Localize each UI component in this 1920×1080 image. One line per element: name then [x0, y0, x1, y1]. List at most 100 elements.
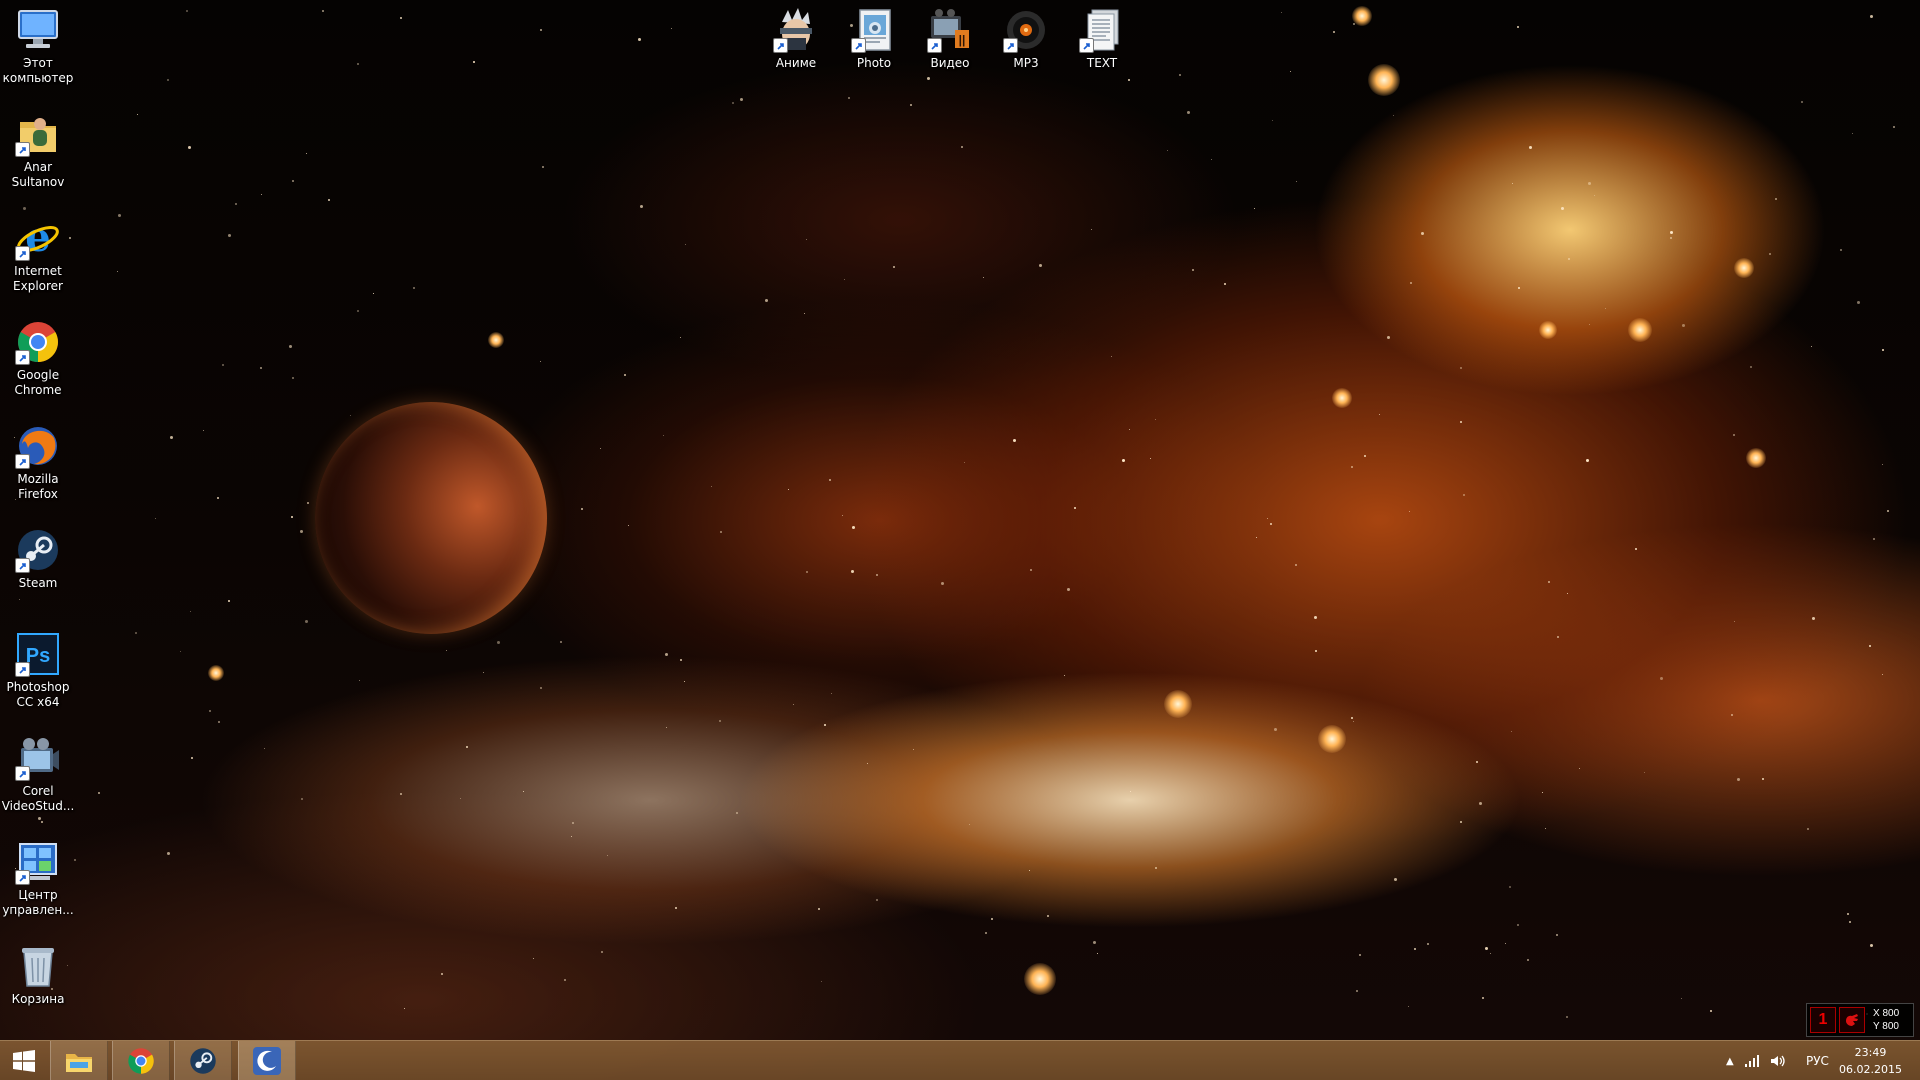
wallpaper-star [640, 205, 643, 208]
shortcut-arrow-icon [1079, 38, 1094, 53]
wallpaper-star [740, 98, 743, 101]
wallpaper-star [1887, 510, 1889, 512]
desktop-icon-control-panel[interactable]: Центр управлен... [0, 838, 76, 918]
desktop-icon-internet-explorer[interactable]: e Internet Explorer [0, 214, 76, 294]
wallpaper-star [441, 973, 443, 975]
wallpaper-star [400, 17, 402, 19]
start-button[interactable] [0, 1041, 48, 1080]
wallpaper-star [1274, 728, 1277, 731]
wallpaper-star [1518, 287, 1520, 289]
wallpaper-star [292, 180, 294, 182]
wallpaper-star [1351, 466, 1353, 468]
taskbar-moon-app[interactable] [238, 1041, 296, 1080]
tray-clock[interactable]: 23:49 06.02.2015 [1839, 1044, 1902, 1078]
desktop-icon-google-chrome[interactable]: Google Chrome [0, 318, 76, 398]
wallpaper-star [1847, 913, 1849, 915]
wallpaper-star [1869, 645, 1871, 647]
language-indicator[interactable]: РУС [1806, 1041, 1829, 1080]
wallpaper-star [190, 611, 191, 612]
file-explorer-icon [66, 1054, 92, 1072]
wallpaper-star [848, 97, 850, 99]
wallpaper-glow-star [1352, 6, 1372, 26]
wallpaper-star [1857, 301, 1860, 304]
control-panel-icon [14, 838, 62, 886]
wallpaper-star [1192, 269, 1194, 271]
wallpaper-star [1512, 183, 1513, 184]
system-tray-icons: ▲ [1726, 1041, 1786, 1080]
wallpaper-star [1682, 324, 1685, 327]
wallpaper-star [1556, 934, 1558, 936]
desktop-icon-text[interactable]: TEXT [1064, 6, 1140, 71]
wallpaper-star [203, 430, 204, 431]
text-folder-icon [1078, 6, 1126, 54]
desktop-icon-steam[interactable]: Steam [0, 526, 76, 591]
wallpaper-glow-star [1024, 963, 1056, 995]
wallpaper-star [533, 958, 534, 959]
wallpaper-star [167, 79, 169, 81]
widget-y-value: Y 800 [1873, 1021, 1899, 1032]
wallpaper-star [155, 518, 156, 519]
wallpaper-star [736, 812, 738, 814]
wallpaper-star [306, 153, 307, 154]
overlay-resolution-widget[interactable]: 1 X 800 Y 800 [1806, 1003, 1914, 1037]
desktop-wallpaper: Этот компьютер Anar Sultanov e Internet … [0, 0, 1920, 1080]
wallpaper-star [680, 659, 682, 661]
desktop-icon-mp3[interactable]: MP3 [988, 6, 1064, 71]
computer-icon [14, 6, 62, 54]
desktop-icon-anime[interactable]: Аниме [758, 6, 834, 71]
wallpaper-star [38, 817, 41, 820]
widget-number: 1 [1810, 1007, 1836, 1033]
wallpaper-star [1511, 731, 1512, 732]
desktop-icon-corel-videostudio[interactable]: Corel VideoStud... [0, 734, 76, 814]
wallpaper-star [373, 293, 374, 294]
wallpaper-glow-star [208, 665, 224, 681]
wallpaper-star [711, 486, 712, 487]
taskbar-file-explorer[interactable] [50, 1041, 108, 1080]
wallpaper-star [1769, 253, 1771, 255]
wallpaper-star [1812, 617, 1815, 620]
wallpaper-star [961, 146, 963, 148]
wallpaper-star [1517, 924, 1519, 926]
wallpaper-star [1873, 538, 1875, 540]
wallpaper-star [1734, 621, 1735, 622]
wallpaper-star [1394, 878, 1397, 881]
show-hidden-icons-icon[interactable]: ▲ [1726, 1056, 1734, 1067]
wallpaper-star [264, 748, 265, 749]
wallpaper-star [818, 908, 820, 910]
wallpaper-star [601, 951, 603, 953]
wallpaper-star [913, 749, 914, 750]
wallpaper-star [1356, 990, 1358, 992]
desktop-icon-user-folder[interactable]: Anar Sultanov [0, 110, 76, 190]
wallpaper-star [1290, 71, 1291, 72]
wallpaper-star [117, 271, 118, 272]
wallpaper-star [732, 102, 734, 104]
wallpaper-star [322, 10, 324, 12]
shortcut-arrow-icon [15, 142, 30, 157]
wallpaper-star [1315, 650, 1317, 652]
wallpaper-star [1509, 886, 1511, 888]
desktop-icon-this-computer[interactable]: Этот компьютер [0, 6, 76, 86]
recycle-bin-icon [14, 942, 62, 990]
desktop-icon-photoshop[interactable]: Ps Photoshop CC x64 [0, 630, 76, 710]
wallpaper-star [1586, 459, 1589, 462]
wallpaper-star [446, 650, 447, 651]
desktop-icon-photo[interactable]: Photo [836, 6, 912, 71]
taskbar-chrome[interactable] [112, 1041, 170, 1080]
wallpaper-star [1314, 616, 1317, 619]
wallpaper-star [1579, 768, 1580, 769]
wallpaper-star [1588, 182, 1591, 185]
taskbar-steam[interactable] [174, 1041, 232, 1080]
wallpaper-star [1387, 336, 1390, 339]
desktop-icon-mozilla-firefox[interactable]: Mozilla Firefox [0, 422, 76, 502]
widget-coords: X 800 Y 800 [1873, 1007, 1899, 1033]
desktop-icon-video[interactable]: || Видео [912, 6, 988, 71]
desktop-icon-recycle-bin[interactable]: Корзина [0, 942, 76, 1007]
network-signal-icon[interactable] [1744, 1054, 1760, 1068]
shortcut-arrow-icon [1003, 38, 1018, 53]
wallpaper-star [1408, 1006, 1409, 1007]
wallpaper-star [1775, 198, 1777, 200]
wallpaper-star [1750, 366, 1752, 368]
wallpaper-star [1150, 458, 1151, 459]
wallpaper-star [1485, 947, 1488, 950]
volume-icon[interactable] [1770, 1054, 1786, 1068]
